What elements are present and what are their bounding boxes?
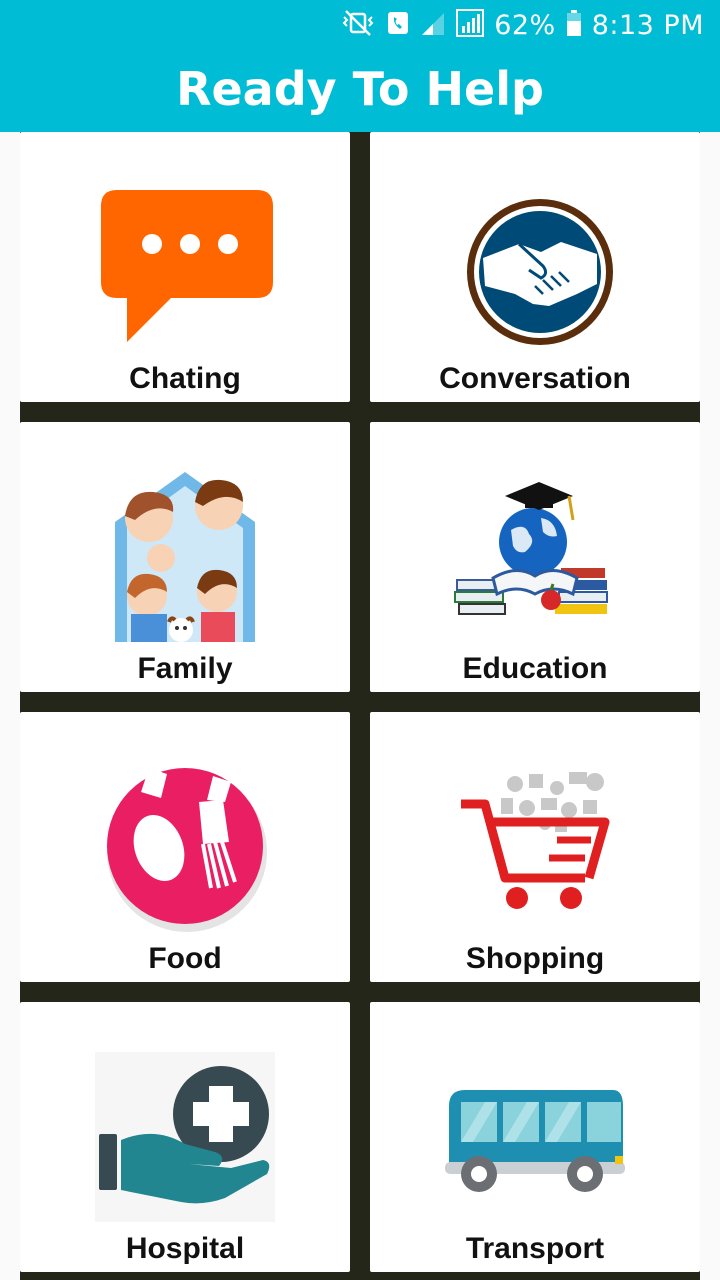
hospital-hand-icon [95, 1052, 275, 1222]
category-label: Education [462, 652, 608, 684]
category-card-conversation[interactable]: Conversation [370, 132, 700, 402]
handshake-icon [467, 199, 613, 345]
category-label: Chating [129, 362, 241, 394]
category-label: Food [148, 942, 222, 974]
battery-icon [566, 9, 582, 42]
bus-icon [445, 1090, 625, 1192]
status-bar: 62% 8:13 PM [0, 0, 720, 50]
category-label: Hospital [125, 1232, 245, 1264]
call-icon [386, 9, 410, 42]
category-card-food[interactable]: Food [20, 712, 350, 982]
signal-full-icon [456, 8, 485, 42]
category-label: Shopping [465, 942, 605, 974]
clock: 8:13 PM [591, 9, 704, 41]
spoon-fork-icon [107, 768, 267, 932]
chat-bubble-icon [101, 190, 273, 342]
graduation-globe-icon [454, 482, 608, 615]
category-card-hospital[interactable]: Hospital [20, 1002, 350, 1272]
vibrate-mute-icon [340, 9, 376, 42]
category-card-chating[interactable]: Chating [20, 132, 350, 402]
category-card-shopping[interactable]: Shopping [370, 712, 700, 982]
category-label: Transport [465, 1232, 605, 1264]
category-card-transport[interactable]: Transport [370, 1002, 700, 1272]
family-icon [115, 472, 255, 642]
app-bar: Ready To Help [0, 50, 720, 132]
shopping-cart-icon [461, 772, 610, 909]
category-label: Family [137, 652, 233, 684]
battery-percent: 62% [494, 9, 556, 41]
page-title: Ready To Help [176, 62, 544, 116]
category-card-family[interactable]: Family [20, 422, 350, 692]
status-icons: 62% 8:13 PM [340, 8, 704, 42]
category-grid: Chating Conversation Family Education Fo… [20, 132, 700, 1280]
signal-weak-icon [420, 9, 446, 42]
category-label: Conversation [439, 362, 631, 394]
category-card-education[interactable]: Education [370, 422, 700, 692]
